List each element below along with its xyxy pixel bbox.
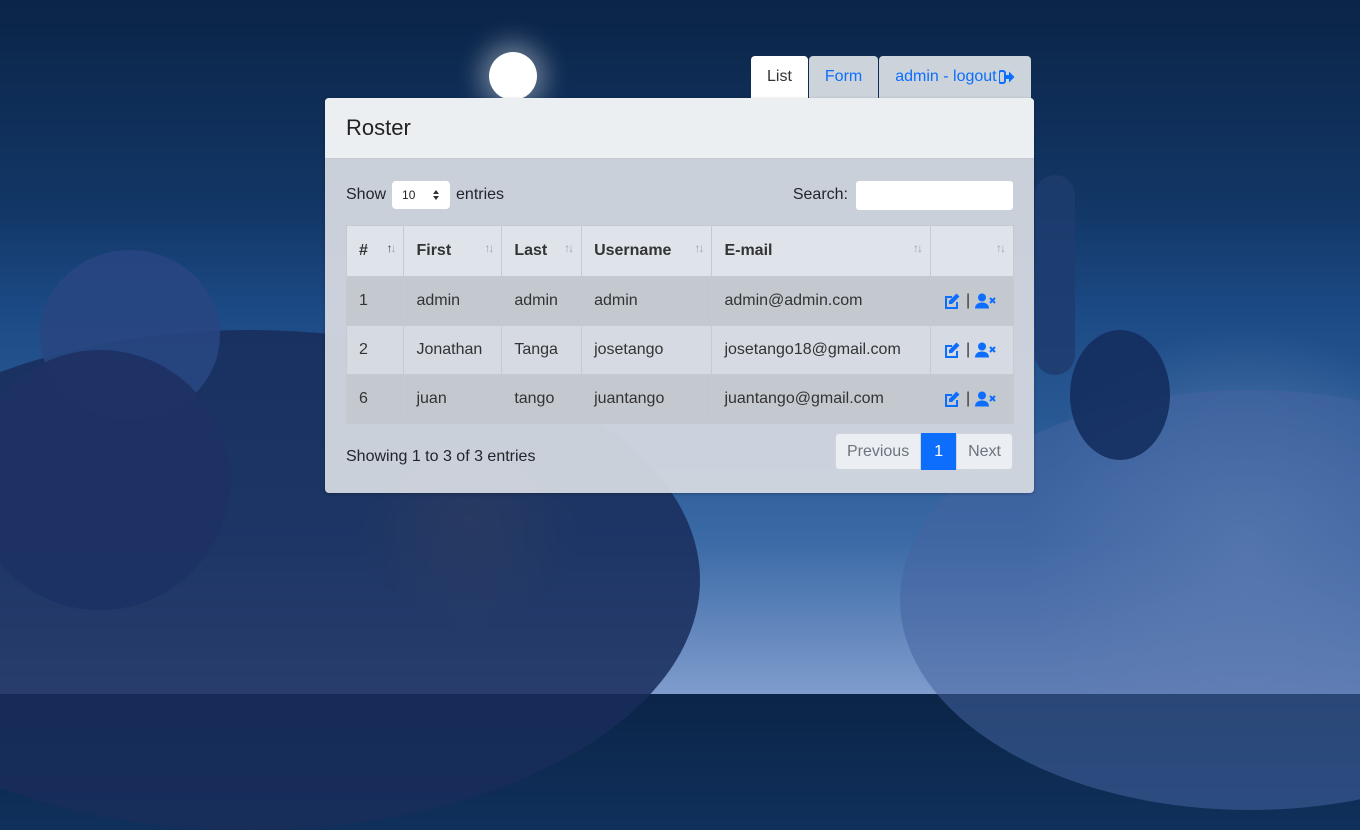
column-header-last[interactable]: Last ↑↓: [501, 225, 583, 277]
column-header-actions[interactable]: ↑↓: [930, 225, 1014, 277]
logout-label: admin - logout: [895, 68, 997, 85]
table-header-row: # ↑↓ First ↑↓ Last ↑↓ Username ↑↓ E-mail ↑↓ ↑…: [345, 225, 1014, 277]
column-header-id[interactable]: # ↑↓: [345, 225, 405, 277]
cell-username: admin: [581, 276, 713, 326]
column-header-first[interactable]: First ↑↓: [403, 225, 503, 277]
remove-user-icon[interactable]: [975, 391, 997, 407]
moon: [489, 52, 537, 100]
cell-email: juantango@gmail.com: [711, 374, 932, 424]
column-label: E-mail: [724, 242, 773, 259]
sort-icon: ↑↓: [694, 241, 704, 255]
cell-actions: |: [930, 276, 1014, 326]
pagination: Previous 1 Next: [834, 433, 1013, 470]
search-label: Search:: [792, 186, 848, 203]
cell-last: Tanga: [501, 325, 583, 375]
search-input[interactable]: [856, 180, 1013, 210]
cell-username: josetango: [581, 325, 713, 375]
cell-last: tango: [501, 374, 583, 424]
card-header: Roster: [325, 98, 1034, 159]
select-arrows-icon: [433, 190, 440, 200]
cell-id: 1: [345, 276, 405, 326]
table-row: 6 juan tango juantango juantango@gmail.c…: [345, 374, 1014, 424]
next-page-button[interactable]: Next: [956, 433, 1013, 470]
column-header-username[interactable]: Username ↑↓: [581, 225, 713, 277]
tab-list-label: List: [767, 68, 792, 85]
cell-id: 2: [345, 325, 405, 375]
table-row: 1 admin admin admin admin@admin.com |: [345, 276, 1014, 326]
sort-icon: ↑↓: [996, 241, 1006, 255]
action-separator: |: [966, 292, 971, 309]
edit-icon[interactable]: [943, 293, 961, 310]
sort-asc-icon: ↑↓: [386, 241, 396, 255]
cell-email: admin@admin.com: [711, 276, 932, 326]
entries-per-page-select[interactable]: 10: [392, 181, 451, 209]
length-control: Show 10 entries: [346, 180, 504, 210]
length-suffix: entries: [456, 186, 505, 203]
cell-username: juantango: [581, 374, 713, 424]
logout-icon: [998, 70, 1015, 84]
sort-icon: ↑↓: [564, 241, 574, 255]
tab-form-label: Form: [824, 68, 863, 85]
cell-email: josetango18@gmail.com: [711, 325, 932, 375]
previous-page-button[interactable]: Previous: [834, 433, 922, 470]
entries-per-page-value: 10: [402, 188, 416, 202]
nav-tabs: List Form admin - logout: [751, 56, 1032, 98]
edit-icon[interactable]: [943, 391, 961, 408]
sort-icon: ↑↓: [484, 241, 494, 255]
column-label: First: [416, 242, 452, 259]
table-row: 2 Jonathan Tanga josetango josetango18@g…: [345, 325, 1014, 375]
page-title: Roster: [346, 115, 411, 140]
column-label: Username: [594, 242, 672, 259]
remove-user-icon[interactable]: [975, 293, 997, 309]
remove-user-icon[interactable]: [975, 342, 997, 358]
cell-first: admin: [403, 276, 503, 326]
sort-icon: ↑↓: [913, 241, 923, 255]
logout-link[interactable]: admin - logout: [879, 56, 1031, 98]
cell-actions: |: [930, 374, 1014, 424]
edit-icon[interactable]: [943, 342, 961, 359]
cell-first: juan: [403, 374, 503, 424]
cell-first: Jonathan: [403, 325, 503, 375]
action-separator: |: [966, 390, 971, 407]
table-controls: Show 10 entries Search:: [346, 180, 1013, 210]
table-info: Showing 1 to 3 of 3 entries: [346, 448, 536, 465]
roster-table: # ↑↓ First ↑↓ Last ↑↓ Username ↑↓ E-mail ↑↓ ↑…: [345, 225, 1014, 424]
column-label: #: [359, 242, 368, 259]
length-prefix: Show: [346, 186, 387, 203]
action-separator: |: [966, 341, 971, 358]
search-control: Search:: [793, 180, 1013, 210]
cell-last: admin: [501, 276, 583, 326]
roster-card: Roster Show 10 entries Search: # ↑↓ First…: [325, 98, 1034, 493]
cell-id: 6: [345, 374, 405, 424]
column-label: Last: [514, 242, 548, 259]
column-header-email[interactable]: E-mail ↑↓: [711, 225, 932, 277]
cell-actions: |: [930, 325, 1014, 375]
tab-list[interactable]: List: [751, 56, 808, 98]
tab-form[interactable]: Form: [808, 56, 879, 98]
page-1-button[interactable]: 1: [921, 433, 957, 470]
